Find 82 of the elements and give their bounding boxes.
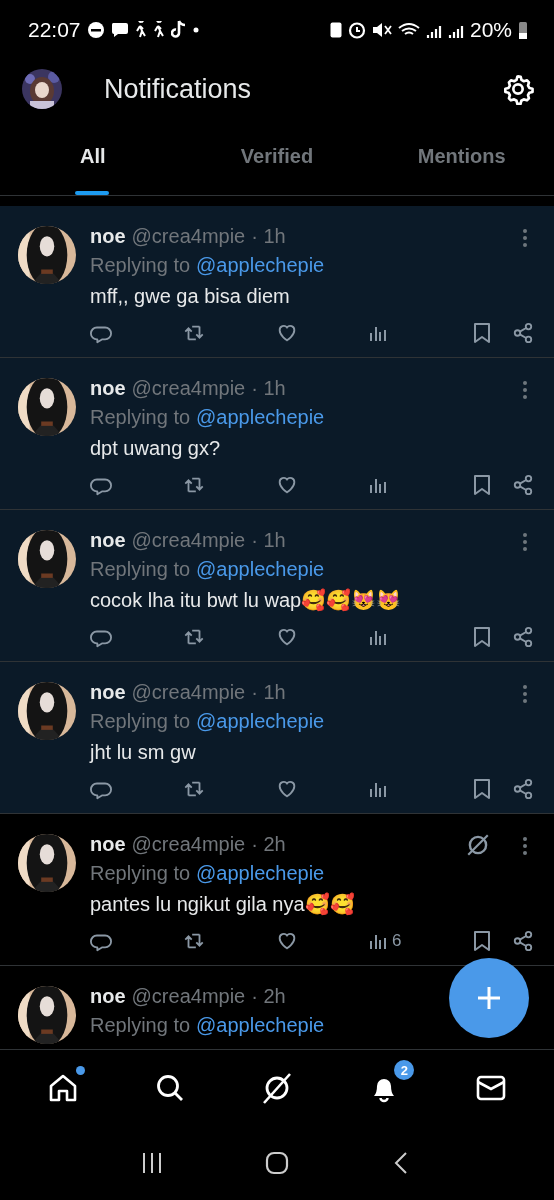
slashed-circle-icon[interactable] [465,832,491,858]
post-time: · 1h [251,224,286,249]
heart-icon[interactable] [276,474,298,496]
replying-label: Replying to [90,709,191,734]
walking-icon [152,21,165,39]
music-note-icon [170,20,187,40]
user-name[interactable]: noe [90,222,126,250]
mention-link[interactable]: @applechepie [196,554,325,584]
post-time: · 1h [251,528,286,553]
heart-icon[interactable] [276,930,298,952]
more-icon[interactable] [522,380,528,400]
post-text: mff,, gwe ga bisa diem [90,284,291,309]
post-text: pantes lu ngikut gila nya🥰🥰 [90,891,356,917]
post-text: cocok lha itu bwt lu wap🥰🥰😻😻 [90,587,403,613]
replying-label: Replying to [90,1013,191,1038]
post-time: · 1h [251,376,286,401]
heart-icon[interactable] [276,322,298,344]
more-icon[interactable] [522,532,528,552]
user-handle: @crea4mpie [131,680,246,705]
status-time: 22:07 [28,18,81,42]
share-icon[interactable] [512,930,534,952]
user-name[interactable]: noe [90,678,126,706]
alarm-icon [347,21,366,39]
unread-notification[interactable]: noe @crea4mpie · 1h Replying to @applechepie mff,, gwe ga bisa diem [0,206,554,358]
mention-link[interactable]: @applechepie [196,706,325,736]
share-icon[interactable] [512,474,534,496]
page-title: Notifications [104,73,253,105]
replying-label: Replying to [90,861,191,886]
post-text: jht lu sm gw [90,740,197,765]
user-name[interactable]: noe [90,374,126,402]
do-not-disturb-icon [86,21,105,39]
user-name[interactable]: noe [90,526,126,554]
post-time: · 2h [251,832,286,857]
plus-icon [476,985,502,1011]
post-time: · 1h [251,680,286,705]
chat-icon [110,22,129,38]
bookmark-icon[interactable] [472,474,492,496]
wifi-icon [397,22,420,38]
bookmark-icon[interactable] [472,778,492,800]
home-button-icon[interactable] [265,1151,289,1175]
user-name[interactable]: noe [90,830,126,858]
notification-count: 2 [394,1060,415,1080]
unread-notification[interactable]: noe @crea4mpie · 1h Replying to @applechepie cocok lha itu bwt lu wap🥰🥰😻😻 [0,510,554,662]
more-icon[interactable] [522,836,528,856]
user-handle: @crea4mpie [131,528,246,553]
walking-icon [134,21,147,39]
more-icon[interactable] [522,684,528,704]
mention-link[interactable]: @applechepie [196,858,325,888]
tab[interactable]: All [0,118,185,195]
heart-icon[interactable] [276,778,298,800]
mention-link[interactable]: @applechepie [196,250,325,280]
battery-saver-icon [329,22,342,38]
user-handle: @crea4mpie [131,984,246,1009]
post-time: · 2h [251,984,286,1009]
replying-label: Replying to [90,253,191,278]
user-name[interactable]: noe [90,982,126,1010]
bookmark-icon[interactable] [472,930,492,952]
heart-icon[interactable] [276,626,298,648]
user-handle: @crea4mpie [131,224,246,249]
share-icon[interactable] [512,626,534,648]
tab[interactable]: Mentions [369,118,554,195]
replying-label: Replying to [90,557,191,582]
mention-link[interactable]: @applechepie [196,402,325,432]
unread-notification[interactable]: noe @crea4mpie · 1h Replying to @applechepie jht lu sm gw [0,662,554,814]
tab[interactable]: Verified [184,118,370,195]
replying-label: Replying to [90,405,191,430]
more-icon[interactable] [522,228,528,248]
user-handle: @crea4mpie [131,376,246,401]
user-handle: @crea4mpie [131,832,246,857]
unread-notification[interactable]: noe @crea4mpie · 1h Replying to @applechepie dpt uwang gx? [0,358,554,510]
mute-icon [371,22,392,38]
battery-icon [518,20,528,40]
view-count: 6 [392,931,402,951]
share-icon[interactable] [512,778,534,800]
dot-icon [192,27,199,33]
battery-percent: 20% [469,18,512,42]
bookmark-icon[interactable] [472,322,492,344]
mention-link[interactable]: @applechepie [196,1010,325,1040]
share-icon[interactable] [512,322,534,344]
settings-icon[interactable] [502,73,534,105]
bookmark-icon[interactable] [472,626,492,648]
post-text: dpt uwang gx? [90,436,222,461]
